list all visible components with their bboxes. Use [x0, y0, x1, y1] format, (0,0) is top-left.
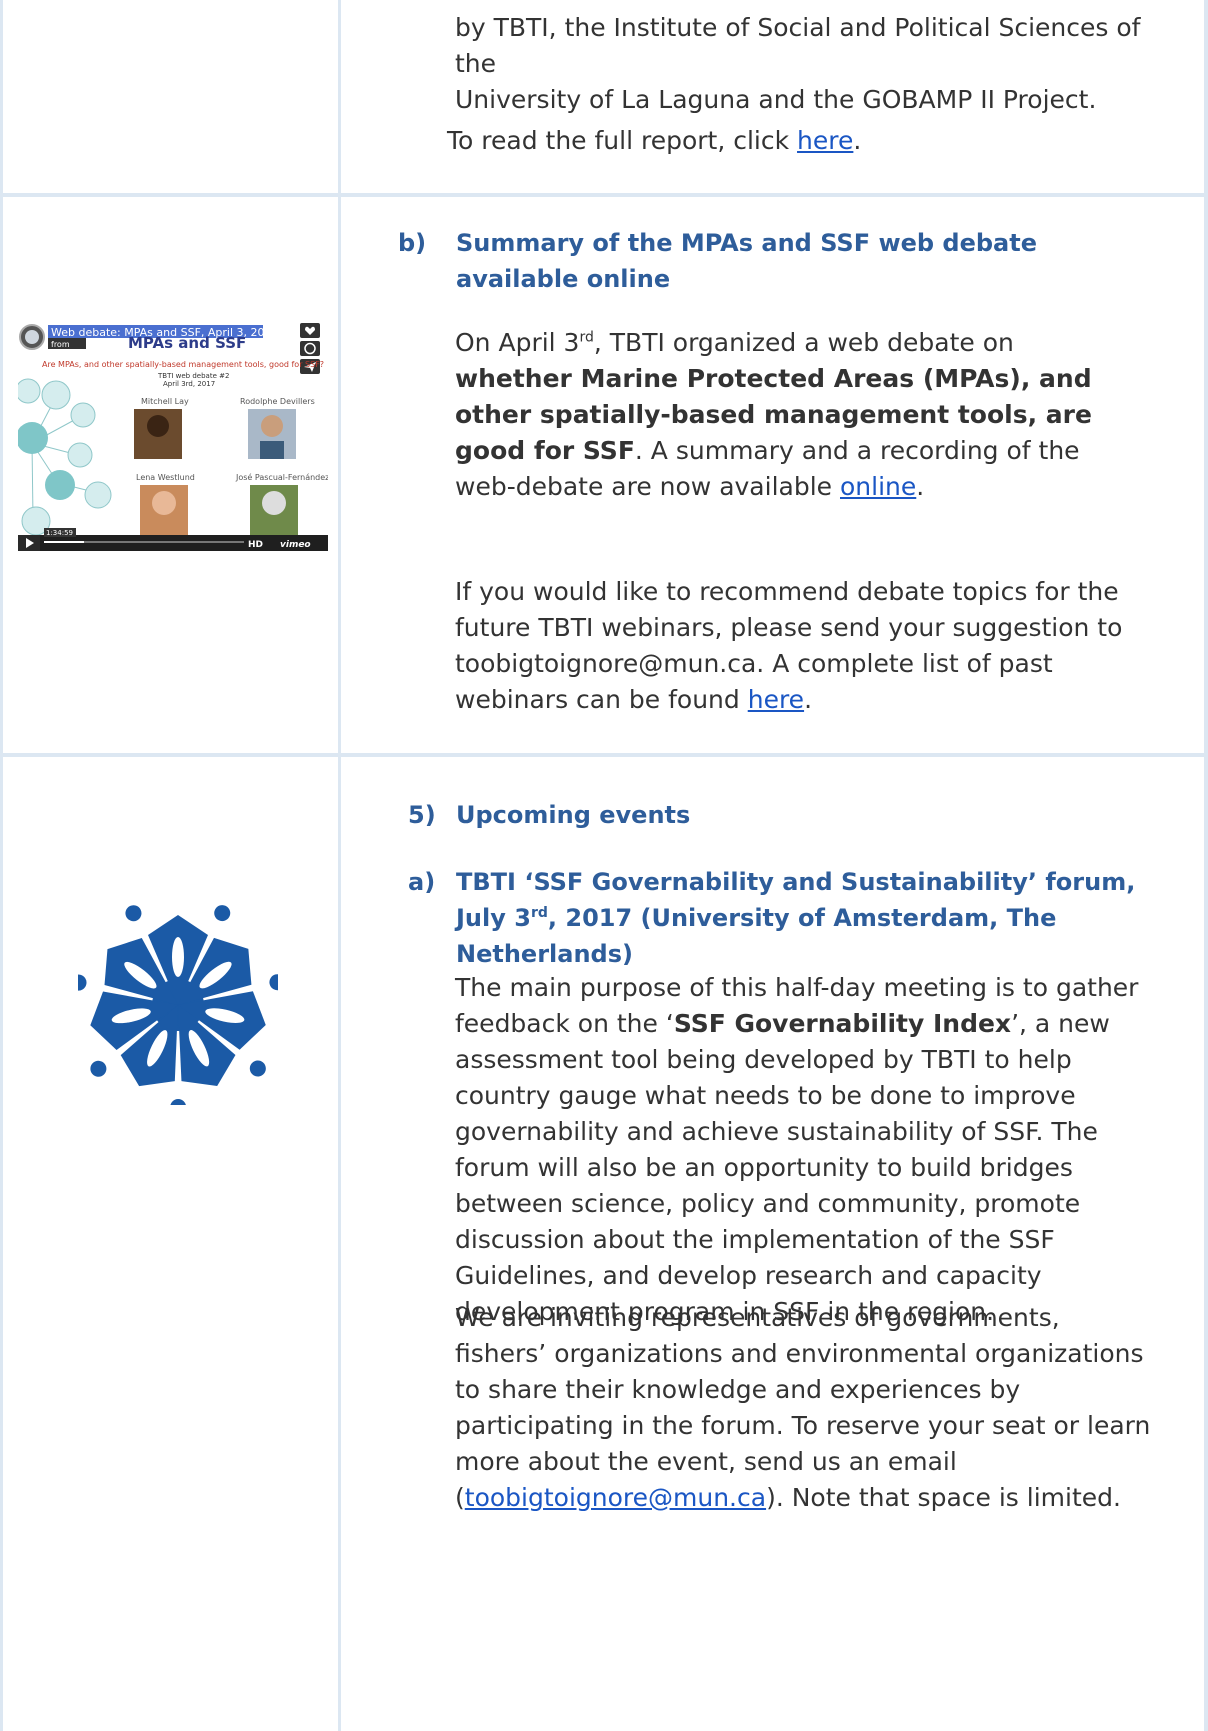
video-time-remaining: 19:31 — [88, 530, 105, 537]
row-divider-2 — [0, 753, 1208, 757]
webinars-here-link[interactable]: here — [748, 685, 804, 714]
video-from: from — [51, 340, 70, 349]
slide-question: Are MPAs, and other spatially-based mana… — [42, 360, 324, 369]
speaker-4-name: José Pascual-Fernández — [235, 472, 328, 482]
speaker-2-name: Rodolphe Devillers — [240, 397, 315, 406]
web-debate-p2-end: . — [804, 685, 813, 714]
slide-subtitle-1: TBTI web debate #2 — [157, 372, 229, 380]
forum-p1-bold: SSF Governability Index — [673, 1009, 1012, 1038]
upcoming-events-num: 5) — [408, 801, 436, 829]
upcoming-events-text: Upcoming events — [456, 801, 691, 829]
report-tail: by TBTI, the Institute of Social and Pol… — [455, 10, 1160, 118]
web-debate-heading-num: b) — [398, 229, 427, 257]
frame-right-border — [1204, 0, 1208, 1731]
speaker-3-name: Lena Westlund — [136, 473, 195, 482]
report-line-1: by TBTI, the Institute of Social and Pol… — [455, 13, 1141, 78]
forum-paragraph-1: The main purpose of this half-day meetin… — [455, 970, 1155, 1330]
web-debate-p1-end: . — [916, 472, 925, 501]
report-here-link[interactable]: here — [797, 126, 853, 155]
forum-heading-sup: rd — [530, 905, 548, 921]
tbti-logo-icon — [78, 905, 278, 1105]
read-report-period: . — [853, 126, 862, 155]
vimeo-brand: vimeo — [280, 540, 311, 550]
forum-p2-start: We are inviting representatives of gover… — [455, 1303, 1151, 1512]
slide-subtitle-2: April 3rd, 2017 — [163, 380, 215, 388]
row-divider-1 — [0, 193, 1208, 197]
web-debate-paragraph-1: On April 3rd, TBTI organized a web debat… — [455, 325, 1115, 505]
video-thumbnail[interactable]: Web debate: MPAs and SSF, April 3, 2017 … — [18, 323, 328, 551]
hd-label: HD — [248, 540, 263, 550]
web-debate-online-link[interactable]: online — [840, 472, 916, 501]
web-debate-p1-start: On April 3 — [455, 328, 580, 357]
forum-paragraph-2: We are inviting representatives of gover… — [455, 1300, 1155, 1516]
column-divider — [338, 0, 341, 1731]
read-report: To read the full report, click here. — [447, 123, 1152, 159]
forum-heading: a) TBTI ‘SSF Governability and Sustainab… — [408, 864, 1168, 972]
frame-left-border — [0, 0, 3, 1731]
web-debate-p1-mid: , TBTI organized a web debate on — [593, 328, 1014, 357]
upcoming-events-heading: 5) Upcoming events — [408, 797, 690, 833]
web-debate-heading-text: Summary of the MPAs and SSF web debate a… — [456, 229, 1038, 293]
web-debate-paragraph-2: If you would like to recommend debate to… — [455, 574, 1155, 718]
slide-title: MPAs and SSF — [128, 334, 246, 352]
forum-p2-end: ). Note that space is limited. — [766, 1483, 1121, 1512]
video-time: 1:34:59 — [46, 529, 73, 537]
forum-heading-num: a) — [408, 868, 436, 896]
forum-p1-rest: ’, a new assessment tool being developed… — [455, 1009, 1110, 1326]
web-debate-heading: b) Summary of the MPAs and SSF web debat… — [398, 225, 1098, 297]
video-thumbnail-graphic: Web debate: MPAs and SSF, April 3, 2017 … — [18, 323, 328, 551]
email-link[interactable]: toobigtoignore@mun.ca — [465, 1483, 766, 1512]
forum-heading-text: TBTI ‘SSF Governability and Sustainabili… — [456, 864, 1168, 972]
read-report-text: To read the full report, click — [447, 126, 798, 155]
report-line-2: University of La Laguna and the GOBAMP I… — [455, 85, 1097, 114]
speaker-1-name: Mitchell Lay — [141, 397, 189, 406]
video-progress — [44, 541, 84, 543]
web-debate-p1-sup: rd — [579, 329, 594, 346]
